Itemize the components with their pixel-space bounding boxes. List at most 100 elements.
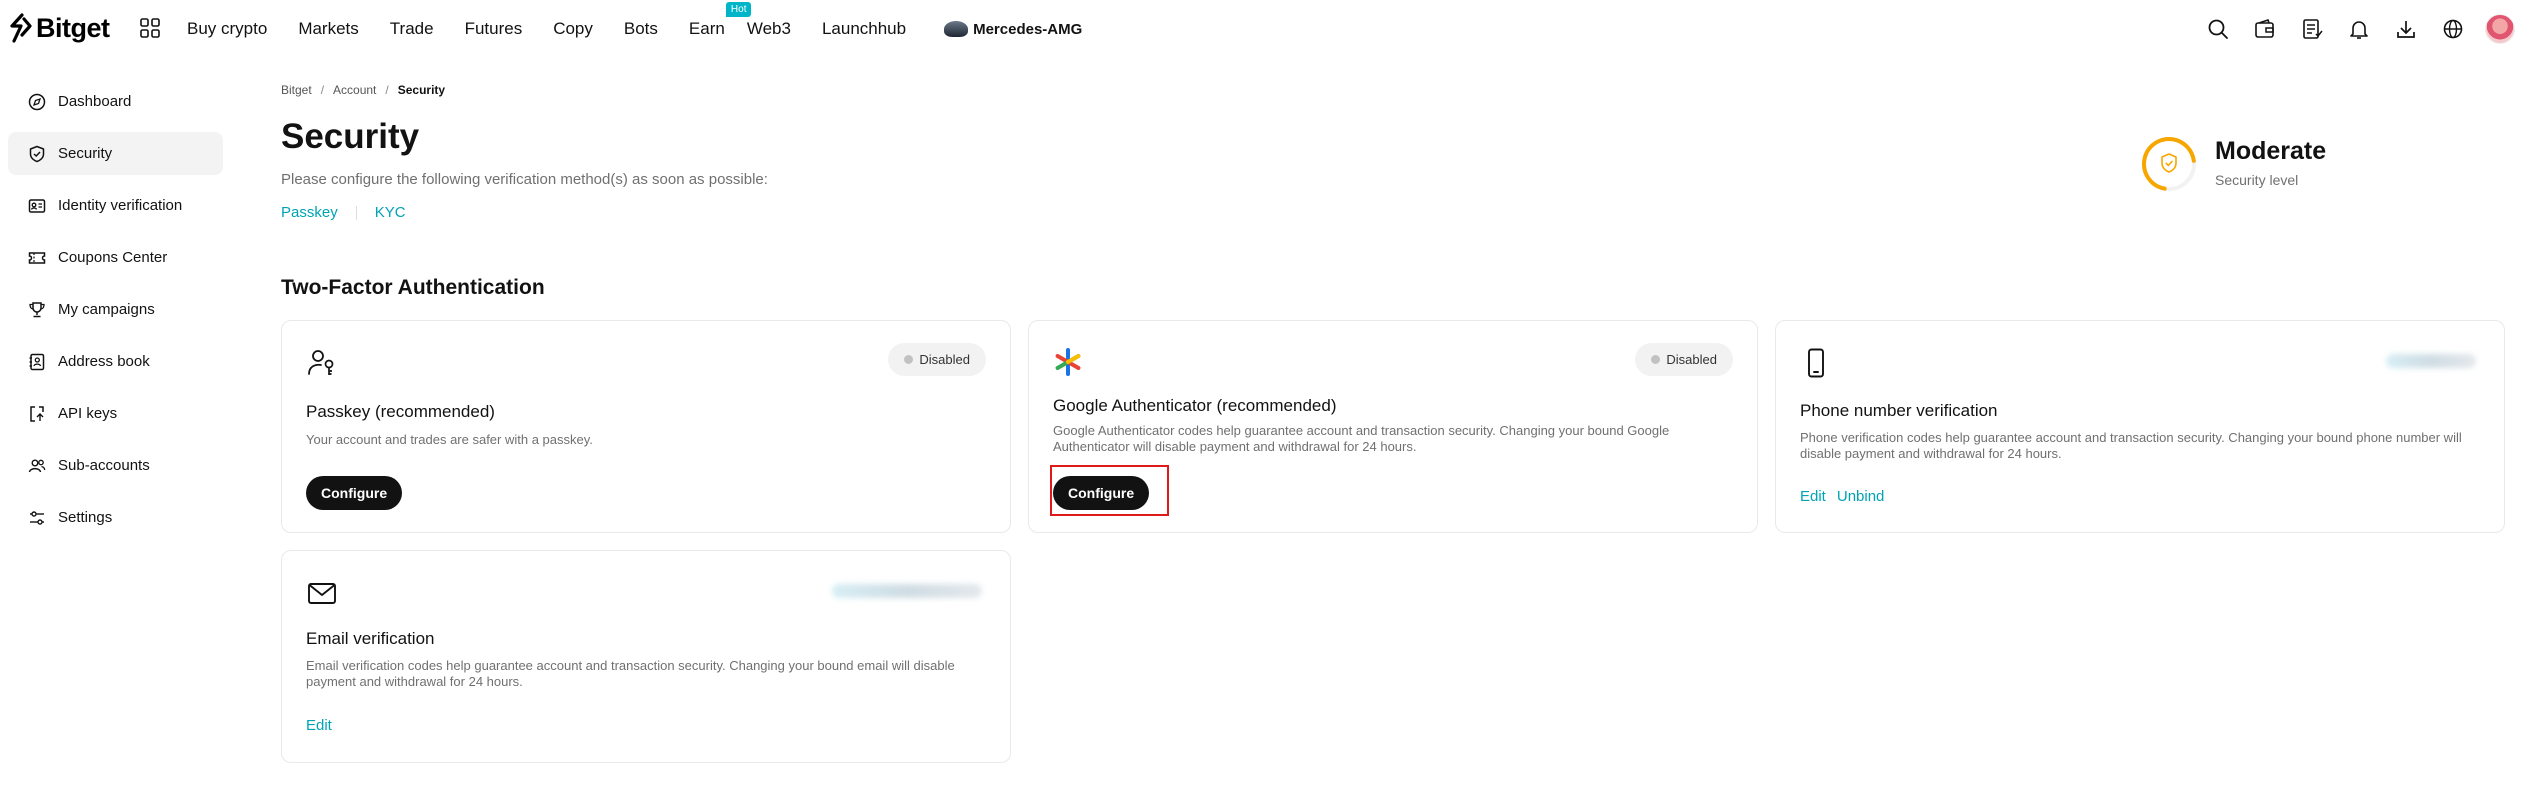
security-level-label: Security level <box>2215 172 2299 188</box>
passkey-title: Passkey (recommended) <box>306 402 495 421</box>
breadcrumb: Bitget / Account / Security <box>281 80 2505 100</box>
section-title-2fa: Two-Factor Authentication <box>281 276 545 299</box>
breadcrumb-separator: / <box>385 83 389 97</box>
apps-grid-icon[interactable] <box>140 18 160 38</box>
sidebar-item-label: Settings <box>58 509 113 526</box>
breadcrumb-separator: / <box>320 83 325 97</box>
status-dot <box>904 355 914 364</box>
bitget-logo-icon <box>10 13 32 43</box>
nav-buy-crypto[interactable]: Buy crypto <box>187 19 267 39</box>
sidebar-item-identity-verification[interactable]: Identity verification <box>8 184 223 227</box>
sidebar-item-api-keys[interactable]: API keys <box>8 392 223 435</box>
sidebar-item-label: API keys <box>58 405 118 422</box>
email-verification-title: Email verification <box>306 629 435 648</box>
status-text: Disabled <box>919 352 970 367</box>
nav-copy[interactable]: Copy <box>553 19 593 39</box>
trophy-icon <box>28 301 46 319</box>
passkey-status-badge: Disabled <box>888 343 986 376</box>
sidebar-item-security[interactable]: Security <box>8 132 223 175</box>
bitget-logo[interactable]: Bitget <box>8 12 110 44</box>
passkey-link[interactable]: Passkey <box>281 204 338 221</box>
sidebar-item-label: Coupons Center <box>58 249 168 266</box>
email-verification-description: Email verification codes help guarantee … <box>306 658 955 689</box>
download-icon[interactable] <box>2393 16 2419 42</box>
sidebar-item-label: Address book <box>58 353 150 370</box>
passkey-configure-button[interactable]: Configure <box>306 476 403 510</box>
mail-icon <box>306 577 338 609</box>
globe-icon[interactable] <box>2440 16 2466 42</box>
nav-bots[interactable]: Bots <box>624 19 658 39</box>
search-icon[interactable] <box>2205 16 2231 42</box>
hot-badge: Hot <box>725 2 752 17</box>
security-main: Bitget / Account / Security Security Ple… <box>281 80 2505 763</box>
phone-actions: Edit Unbind <box>1800 488 1895 505</box>
security-level-value: Moderate <box>2215 137 2327 165</box>
top-navigation-bar: Bitget Buy crypto Markets Trade Futures … <box>0 0 2541 58</box>
brand-partner-label: Mercedes-AMG <box>973 20 1083 38</box>
sidebar-item-label: My campaigns <box>58 301 155 318</box>
ticket-icon <box>28 249 46 267</box>
sidebar-item-sub-accounts[interactable]: Sub-accounts <box>8 444 223 487</box>
shield-icon <box>28 145 46 163</box>
users-icon <box>28 457 46 475</box>
status-text: Disabled <box>1666 352 1717 367</box>
sliders-icon <box>28 509 46 527</box>
passkey-icon <box>306 347 338 379</box>
orders-icon[interactable] <box>2299 16 2325 42</box>
nav-launchhub[interactable]: Launchhub <box>822 19 906 39</box>
nav-futures[interactable]: Futures <box>465 19 523 39</box>
sidebar-item-label: Security <box>58 145 113 162</box>
phone-edit-link[interactable]: Edit <box>1800 488 1826 505</box>
mercedes-amg-link[interactable]: Mercedes-AMG <box>944 21 1082 38</box>
avatar[interactable] <box>2485 14 2515 44</box>
sidebar-item-my-campaigns[interactable]: My campaigns <box>8 288 223 331</box>
helmet-icon <box>944 21 969 37</box>
configure-highlight-box <box>1050 465 1169 516</box>
google-authenticator-description: Google Authenticator codes help guarante… <box>1053 423 1670 454</box>
api-icon <box>28 405 46 423</box>
email-edit-link[interactable]: Edit <box>306 717 332 734</box>
id-card-icon <box>28 197 46 215</box>
breadcrumb-bitget[interactable]: Bitget <box>281 83 312 97</box>
email-actions: Edit <box>306 717 343 734</box>
sidebar-item-settings[interactable]: Settings <box>8 496 223 539</box>
sidebar-item-dashboard[interactable]: Dashboard <box>8 80 223 123</box>
pending-methods: Passkey KYC <box>281 204 2505 221</box>
address-book-icon <box>28 353 46 371</box>
kyc-link[interactable]: KYC <box>375 204 406 221</box>
nav-markets[interactable]: Markets <box>298 19 358 39</box>
passkey-description: Your account and trades are safer with a… <box>306 432 593 447</box>
breadcrumb-security: Security <box>397 83 446 97</box>
google-authenticator-icon <box>1053 347 1085 379</box>
phone-unbind-link[interactable]: Unbind <box>1837 488 1885 505</box>
sidebar-item-label: Identity verification <box>58 197 183 214</box>
phone-verification-title: Phone number verification <box>1800 401 1998 420</box>
status-dot <box>1651 355 1661 364</box>
nav-earn-label: Earn <box>688 19 725 38</box>
passkey-card: Disabled Passkey (recommended) Your acco… <box>281 320 1011 533</box>
nav-earn[interactable]: Earn Hot <box>688 2 752 39</box>
email-verification-card: Email verification Email verification co… <box>281 550 1011 763</box>
header-actions <box>2184 14 2541 44</box>
nav-trade[interactable]: Trade <box>390 19 434 39</box>
phone-verification-description: Phone verification codes help guarantee … <box>1800 430 2462 461</box>
sidebar-item-label: Sub-accounts <box>58 457 150 474</box>
sidebar-item-address-book[interactable]: Address book <box>8 340 223 383</box>
security-level: Moderate Security level <box>2140 135 2440 195</box>
phone-verification-card: Phone number verification Phone verifica… <box>1775 320 2505 533</box>
breadcrumb-account[interactable]: Account <box>333 83 376 97</box>
wallet-icon[interactable] <box>2252 16 2278 42</box>
sidebar-item-label: Dashboard <box>58 93 132 110</box>
google-authenticator-status-badge: Disabled <box>1635 343 1733 376</box>
bell-icon[interactable] <box>2346 16 2372 42</box>
phone-icon <box>1800 347 1832 379</box>
security-level-gauge-icon <box>2142 137 2196 191</box>
masked-phone-number <box>2386 354 2476 368</box>
account-sidebar: Dashboard Security Identity verification… <box>0 80 230 548</box>
nav-web3[interactable]: Web3 <box>747 19 791 39</box>
google-authenticator-title: Google Authenticator (recommended) <box>1053 396 1337 415</box>
link-divider <box>355 205 357 220</box>
sidebar-item-coupons-center[interactable]: Coupons Center <box>8 236 223 279</box>
logo-text: Bitget <box>36 12 110 43</box>
masked-email <box>832 584 982 598</box>
